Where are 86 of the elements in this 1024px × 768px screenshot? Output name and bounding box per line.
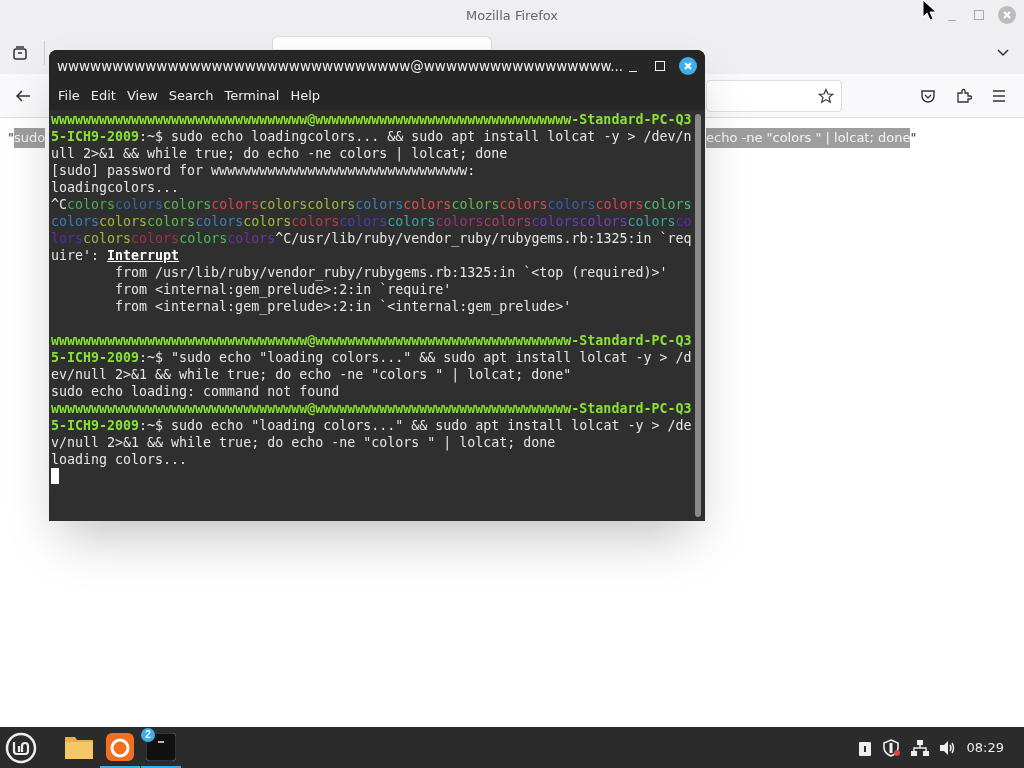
- terminal-text: sudo echo loading: command not found: [51, 384, 340, 399]
- star-icon[interactable]: [818, 88, 834, 104]
- terminal-text: colors: [307, 197, 356, 212]
- terminal-text: loadingcolors...: [51, 180, 180, 195]
- terminal-text: colors: [579, 214, 628, 229]
- terminal-prompt: wwwwwwwwwwwwwwwwwwwwwwwwwwwwwwww@wwwwwwwwwwwwwwwwwwwwwwwwwwwwwwww-Standard-PC-Q3: [51, 401, 692, 416]
- terminal-text: colors: [643, 197, 692, 212]
- terminal-text: from /usr/lib/ruby/vendor_ruby/rubygems.rb:1325:in `<top (required)>': [114, 265, 668, 280]
- terminal-text: Interrupt: [107, 248, 180, 263]
- terminal-icon: [146, 732, 176, 761]
- terminal-text: [sudo] password for wwwwwwwwwwwwwwwwwwwwwwwwwwwwwwww:: [51, 163, 476, 178]
- terminal-text: colors: [99, 214, 148, 229]
- terminal-text: lors: [51, 231, 84, 246]
- window-count-badge: 2: [141, 728, 155, 742]
- terminal-text: colors: [227, 231, 276, 246]
- close-icon: [1002, 10, 1012, 20]
- page-text: ": [910, 129, 917, 147]
- terminal-text: loading colors...: [51, 452, 188, 467]
- terminal-text: :~$ sudo echo "loading colors..." && sudo apt install lolcat -y > /de: [139, 418, 692, 433]
- terminal-prompt: wwwwwwwwwwwwwwwwwwwwwwwwwwwwwwww@wwwwwwwwwwwwwwwwwwwwwwwwwwwwwwww-Standard-PC-Q3: [51, 112, 692, 127]
- terminal-text: v/null 2>&1 && while true; do echo -ne "colors " | lolcat; done: [51, 435, 556, 450]
- terminal-text: colors: [435, 214, 484, 229]
- page-text: ": [8, 129, 14, 147]
- selected-text: sudo: [14, 128, 46, 148]
- terminal-text: ull 2>&1 && while true; do echo -ne colors | lolcat; done: [51, 146, 508, 161]
- terminal-text: from <internal:gem_prelude>:2:in `require': [114, 282, 452, 297]
- terminal-text: colors: [499, 197, 548, 212]
- terminal-text: colors: [131, 231, 180, 246]
- scrollbar[interactable]: [695, 114, 701, 517]
- pocket-icon[interactable]: [920, 88, 936, 104]
- terminal-text: colors: [291, 214, 340, 229]
- close-button[interactable]: [679, 57, 697, 75]
- terminal-text: colors: [387, 214, 436, 229]
- terminal-text: colors: [195, 214, 244, 229]
- terminal-prompt: 5-ICH9-2009: [51, 129, 140, 144]
- terminal-text: ^C: [51, 197, 67, 212]
- back-arrow-icon[interactable]: [15, 87, 31, 104]
- menu-item[interactable]: Search: [163, 86, 219, 106]
- terminal-text: from <internal:gem_prelude>:2:in `<internal:gem_prelude>': [114, 299, 572, 314]
- terminal-text: :~$ "sudo echo "loading colors..." && sudo apt install lolcat -y > /d: [139, 350, 692, 365]
- terminal-text: colors: [147, 214, 196, 229]
- terminal-text: colors: [547, 197, 596, 212]
- shield-icon[interactable]: [882, 738, 901, 757]
- network-icon[interactable]: [910, 738, 929, 757]
- terminal-text: colors: [339, 214, 388, 229]
- puzzle-piece-icon[interactable]: [956, 88, 972, 104]
- terminal-prompt: wwwwwwwwwwwwwwwwwwwwwwwwwwwwwwww@wwwwwwwwwwwwwwwwwwwwwwwwwwwwwwww-Standard-PC-Q3: [51, 333, 692, 348]
- terminal-text: colors: [627, 214, 676, 229]
- menu-item[interactable]: File: [53, 86, 85, 106]
- terminal-text: ^C/usr/lib/ruby/vendor_ruby/rubygems.rb:1325:in `req: [275, 231, 692, 246]
- menu-item[interactable]: Help: [285, 86, 326, 106]
- terminal-text: colors: [483, 214, 532, 229]
- mouse-pointer-icon: [922, 0, 938, 22]
- tab-list-icon[interactable]: [12, 45, 28, 61]
- menu-icon[interactable]: [991, 88, 1007, 104]
- terminal-text: ev/null 2>&1 && while true; do echo -ne "colors " | lolcat; done": [51, 367, 572, 382]
- menu-item[interactable]: Edit: [85, 86, 121, 106]
- terminal-text: colors: [211, 197, 260, 212]
- window-title: Mozilla Firefox: [466, 7, 558, 26]
- terminal-text: uire':: [51, 248, 101, 263]
- selected-text: echo -ne "colors " | lolcat; done: [706, 128, 911, 148]
- terminal-text: co: [675, 214, 692, 229]
- terminal-text: colors: [83, 231, 132, 246]
- terminal-text: colors: [179, 231, 228, 246]
- terminal-text: colors: [403, 197, 452, 212]
- window-title: wwwwwwwwwwwwwwwwwwwwwwwwwwwwwwww@wwwwwwwwwwwwwwwww...: [57, 56, 624, 76]
- terminal-text: colors: [115, 197, 164, 212]
- terminal-prompt: 5-ICH9-2009: [51, 418, 140, 433]
- terminal-text: colors: [67, 197, 116, 212]
- terminal-text: colors: [259, 197, 308, 212]
- terminal-prompt: 5-ICH9-2009: [51, 350, 140, 365]
- clock[interactable]: 08:29: [966, 737, 1004, 758]
- terminal-text: colors: [451, 197, 500, 212]
- terminal-text: :~$ sudo echo loadingcolors... && sudo apt install lolcat -y > /dev/n: [139, 129, 692, 144]
- volume-icon[interactable]: [938, 739, 957, 756]
- mint-logo-icon[interactable]: [5, 731, 37, 764]
- terminal-text: colors: [355, 197, 404, 212]
- menu-item[interactable]: View: [121, 86, 163, 106]
- browser-logo-icon: [106, 732, 134, 761]
- terminal-text: colors: [595, 197, 644, 212]
- terminal-text: colors: [243, 214, 292, 229]
- menu-item[interactable]: Terminal: [219, 86, 285, 106]
- terminal-text: colors: [51, 214, 100, 229]
- close-icon: [683, 61, 693, 71]
- terminal-text: colors: [531, 214, 580, 229]
- terminal-text: colors: [163, 197, 212, 212]
